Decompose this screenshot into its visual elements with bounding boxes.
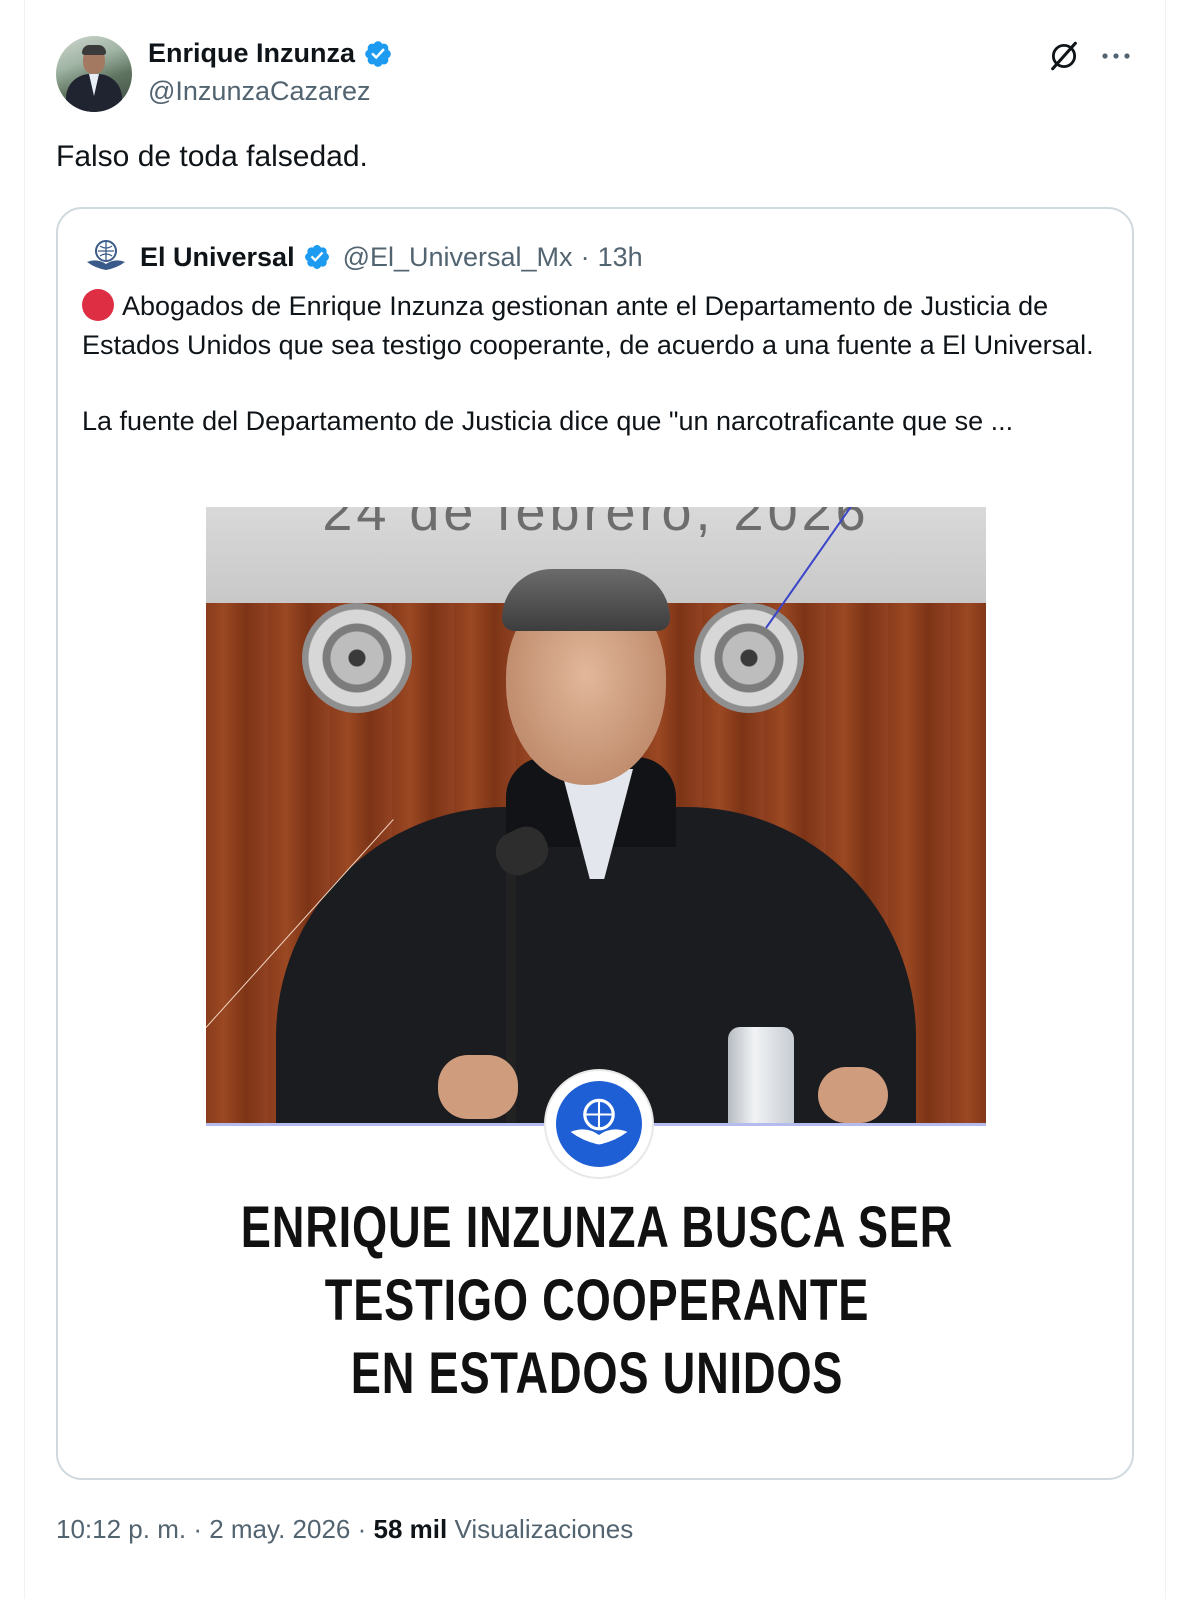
tweet-meta: 10:12 p. m. · 2 may. 2026 · 58 mil Visua… [56, 1514, 633, 1545]
meta-separator: · [193, 1514, 202, 1544]
tweet-time[interactable]: 10:12 p. m. [56, 1514, 186, 1544]
author-avatar[interactable] [56, 36, 132, 112]
quoted-header: El Universal @El_Universal_Mx · 13h [84, 237, 643, 277]
author-handle[interactable]: @InzunzaCazarez [148, 76, 371, 107]
el-universal-seal-icon [544, 1069, 654, 1179]
quoted-age: 13h [597, 241, 643, 272]
tweet-text: Falso de toda falsedad. [56, 140, 368, 173]
el-universal-logo-icon[interactable] [84, 237, 128, 277]
quoted-body-paragraph-1: Abogados de Enrique Inzunza gestionan an… [82, 291, 1094, 360]
more-icon[interactable] [1096, 36, 1136, 76]
quoted-body-paragraph-2: La fuente del Departamento de Justicia d… [82, 406, 1014, 436]
verified-badge-icon [303, 243, 331, 271]
quoted-article-photo[interactable]: 24 de febrero, 2026 [206, 507, 986, 1123]
author-name-row[interactable]: Enrique Inzunza [148, 38, 393, 69]
quoted-body: Abogados de Enrique Inzunza gestionan an… [82, 287, 1112, 441]
tweet-date[interactable]: 2 may. 2026 [209, 1514, 350, 1544]
views-count[interactable]: 58 mil [374, 1514, 448, 1544]
headline-line-1: ENRIQUE INZUNZA BUSCA SER [240, 1195, 954, 1260]
headline-line-2: TESTIGO COOPERANTE [324, 1268, 870, 1333]
views-label: Visualizaciones [454, 1514, 634, 1544]
photo-banner-text: 24 de febrero, 2026 [322, 507, 870, 542]
verified-badge-icon[interactable] [363, 39, 393, 69]
quoted-separator: · [580, 241, 590, 272]
quoted-handle: @El_Universal_Mx [342, 241, 573, 272]
red-circle-icon [82, 289, 114, 321]
grok-icon[interactable] [1044, 36, 1084, 76]
meta-separator: · [357, 1514, 367, 1544]
headline-line-3: EN ESTADOS UNIDOS [350, 1341, 844, 1406]
quoted-display-name[interactable]: El Universal [140, 242, 295, 273]
author-display-name[interactable]: Enrique Inzunza [148, 38, 355, 69]
quoted-tweet-card[interactable]: El Universal @El_Universal_Mx · 13h Abog… [56, 207, 1134, 1480]
